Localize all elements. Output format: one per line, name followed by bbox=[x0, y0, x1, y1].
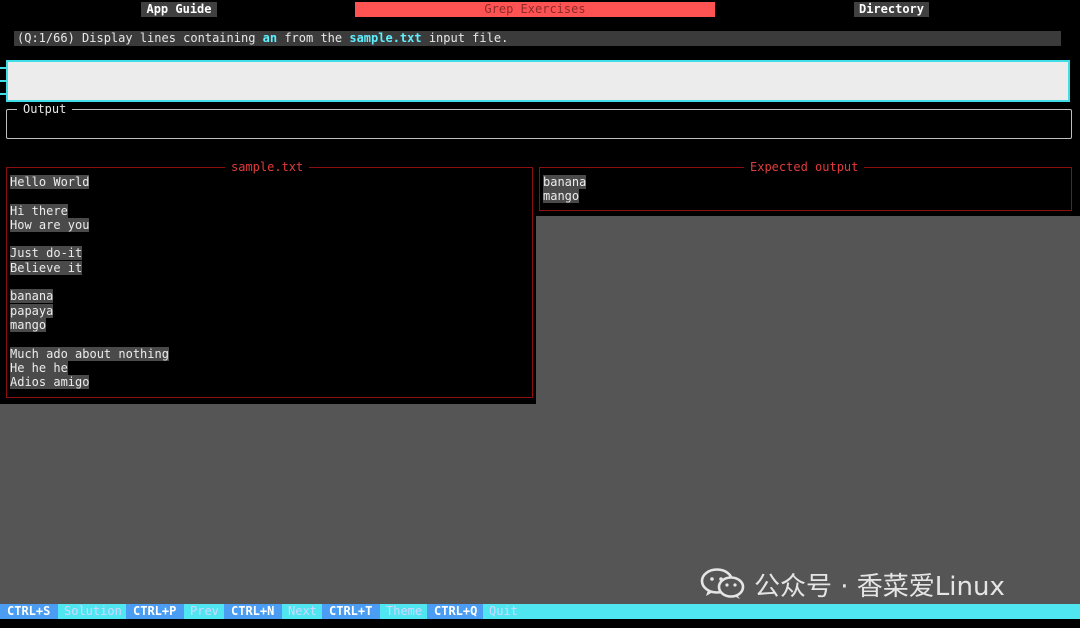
tab-directory[interactable]: Directory bbox=[854, 2, 929, 17]
output-label: Output bbox=[17, 102, 73, 117]
tab-grep-exercises[interactable]: Grep Exercises bbox=[355, 2, 715, 17]
shortcut-action-next[interactable]: Next bbox=[282, 604, 322, 619]
shortcut-key-quit[interactable]: CTRL+Q bbox=[427, 604, 483, 619]
file-line bbox=[10, 189, 532, 203]
file-line bbox=[10, 232, 532, 246]
question-prefix: (Q:1/66) Display lines containing bbox=[17, 31, 263, 45]
file-line: How are you bbox=[10, 217, 90, 232]
bottom-edge bbox=[0, 619, 1080, 628]
watermark: 公众号 · 香菜爱Linux bbox=[700, 566, 1005, 602]
shortcut-action-solution[interactable]: Solution bbox=[58, 604, 126, 619]
expected-output-title: Expected output bbox=[744, 160, 865, 175]
file-line: Much ado about nothing bbox=[10, 346, 169, 361]
file-line: Hello World bbox=[10, 175, 90, 189]
question-text: (Q:1/66) Display lines containing an fro… bbox=[14, 31, 1061, 46]
output-box bbox=[6, 109, 1072, 139]
question-middle: from the bbox=[277, 31, 350, 45]
shortcut-action-quit[interactable]: Quit bbox=[483, 604, 523, 619]
file-line bbox=[10, 332, 532, 346]
file-line: Just do-it bbox=[10, 246, 83, 261]
shortcut-key-solution[interactable]: CTRL+S bbox=[0, 604, 58, 619]
question-pattern: an bbox=[262, 31, 278, 45]
shortcut-action-prev[interactable]: Prev bbox=[184, 604, 224, 619]
command-input-box[interactable] bbox=[6, 60, 1070, 102]
shortcut-key-prev[interactable]: CTRL+P bbox=[126, 604, 184, 619]
shortcut-key-next[interactable]: CTRL+N bbox=[224, 604, 282, 619]
tab-app-guide[interactable]: App Guide bbox=[141, 2, 217, 17]
file-line: Adios amigo bbox=[10, 375, 90, 390]
sample-file-panel[interactable]: Hello World Hi there How are you Just do… bbox=[6, 167, 533, 398]
sample-file-title: sample.txt bbox=[225, 160, 310, 175]
file-line: Hi there bbox=[10, 203, 68, 218]
empty-area-left bbox=[0, 404, 536, 604]
file-line: Believe it bbox=[10, 260, 83, 275]
shortcut-key-theme[interactable]: CTRL+T bbox=[322, 604, 380, 619]
file-line: mango bbox=[10, 317, 47, 332]
question-filename: sample.txt bbox=[349, 31, 422, 45]
wechat-icon bbox=[700, 568, 745, 599]
watermark-text: 公众号 · 香菜爱Linux bbox=[754, 571, 1005, 602]
file-line bbox=[10, 275, 532, 289]
expected-line: banana bbox=[543, 175, 587, 189]
sample-file-content: Hello World Hi there How are you Just do… bbox=[7, 168, 532, 390]
file-line: He he he bbox=[10, 360, 68, 375]
file-line: papaya bbox=[10, 303, 54, 318]
expected-line: mango bbox=[543, 189, 580, 204]
empty-area-right bbox=[536, 216, 1080, 604]
command-input[interactable] bbox=[8, 62, 1068, 100]
shortcut-action-theme[interactable]: Theme bbox=[380, 604, 427, 619]
question-suffix: input file. bbox=[421, 31, 509, 45]
file-line: banana bbox=[10, 289, 54, 304]
shortcut-bar: CTRL+S Solution CTRL+P Prev CTRL+N Next CTRL+T… bbox=[0, 604, 1080, 619]
output-content bbox=[7, 110, 1071, 118]
